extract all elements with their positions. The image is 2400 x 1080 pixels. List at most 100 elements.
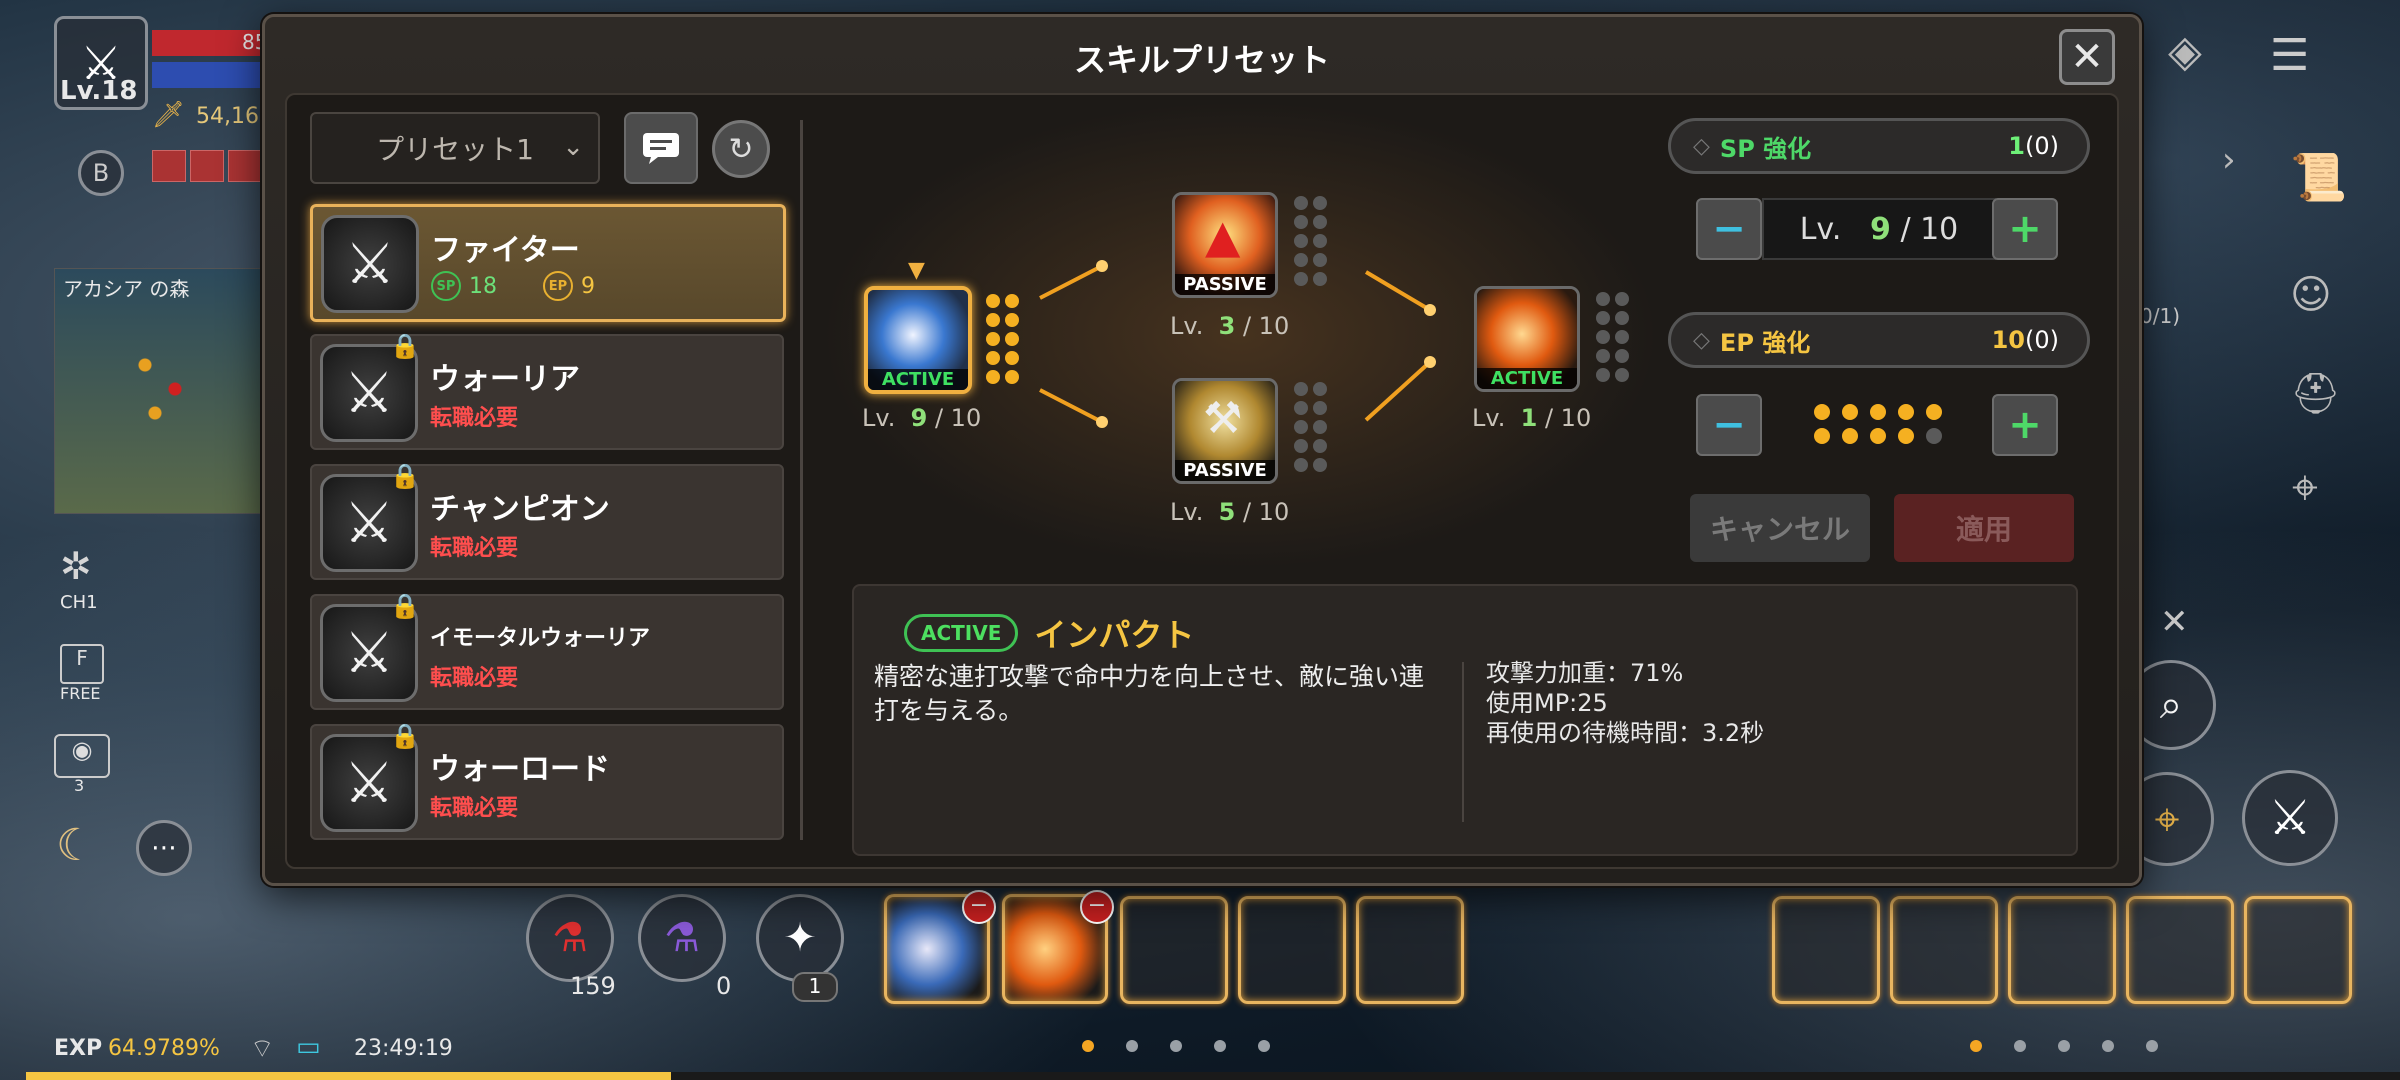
skill-pips [1294,382,1327,472]
ep-point-dot [1898,428,1914,444]
target-lock-icon[interactable]: ⌖ [2292,460,2318,516]
page-dot[interactable] [1170,1040,1182,1052]
empty-skill-slot[interactable] [1238,896,1346,1004]
lock-icon: 🔒 [390,592,420,620]
reset-button[interactable]: ↻ [712,120,770,178]
ep-point-dot [1870,428,1886,444]
sp-enhance-label: SP 強化 [1719,134,1812,163]
empty-skill-slot[interactable] [1120,896,1228,1004]
skill-pip [1596,330,1610,344]
stat-cooldown: 再使用の待機時間：3.2秒 [1486,719,1765,747]
page-dot[interactable] [2102,1040,2114,1052]
empty-skill-slot[interactable] [2008,896,2116,1004]
close-button[interactable]: ✕ [2059,29,2115,85]
remove-icon[interactable]: − [962,890,996,924]
class-item-champion[interactable]: ⚔ 🔒 チャンピオン 転職必要 [310,462,784,580]
cancel-button[interactable]: キャンセル [1690,494,1870,562]
page-dot[interactable] [2146,1040,2158,1052]
empty-skill-slot[interactable] [1772,896,1880,1004]
skill-level: Lv. 5 / 10 [1170,498,1290,526]
map-markers [115,329,215,449]
purple-potion-icon[interactable]: ⚗ [638,894,726,982]
empty-skill-slot[interactable] [2244,896,2352,1004]
skill-pips [986,294,1019,384]
red-potion-icon[interactable]: ⚗ [526,894,614,982]
skill-pip [1294,234,1308,248]
page-dot[interactable] [1258,1040,1270,1052]
skill-pip [1294,215,1308,229]
ep-point-dot [1814,404,1830,420]
expand-arrow-icon[interactable]: › [2222,140,2236,180]
class-name: ファイター [431,233,580,268]
more-menu-icon[interactable]: ⋯ [136,820,192,876]
camera-count: 3 [74,776,85,795]
attack-button[interactable]: ⚔ [2242,770,2338,866]
ep-point-dot [1842,404,1858,420]
preset-dropdown[interactable]: プリセット1 ⌄ [310,112,600,184]
skill-type-label: ACTIVE [1477,368,1577,389]
chat-icon [643,133,679,164]
empty-skill-slot[interactable] [1890,896,1998,1004]
chat-button[interactable] [624,112,698,184]
skill-pip [1294,272,1308,286]
skill-pip [1313,458,1327,472]
remove-icon[interactable]: − [1080,890,1114,924]
minimap[interactable]: アカシア の森 [54,268,266,514]
b-button[interactable]: B [78,150,124,196]
skill-page-dots[interactable] [1082,1040,1270,1052]
channel-icon[interactable]: ✲ [60,544,92,588]
page-dot[interactable] [1970,1040,1982,1052]
helmet-icon[interactable]: ⛑ [2290,370,2341,417]
red-potion-count: 159 [570,972,616,1000]
gem-icon[interactable]: ◈ [2168,26,2202,77]
skill-level: Lv. 1 / 10 [1472,404,1592,432]
skill-pip [1615,311,1629,325]
skill-node-passive-axe[interactable]: ⚒ PASSIVE [1172,378,1278,484]
class-item-warrior[interactable]: ⚔ 🔒 ウォーリア 転職必要 [310,332,784,450]
skill-pip [1005,313,1019,327]
page-dot[interactable] [1082,1040,1094,1052]
sp-minus-button[interactable]: − [1696,198,1762,260]
quest-scroll-icon[interactable]: 📜 [2290,150,2347,205]
sp-enhance-extra: (0) [2025,132,2059,160]
return-scroll-icon[interactable]: ✦ [756,894,844,982]
skill-pip [1313,215,1327,229]
skill-type-tag: ACTIVE [904,614,1019,652]
page-dot[interactable] [1214,1040,1226,1052]
class-status: 転職必要 [430,796,519,821]
skill-node-passive-hp[interactable]: ▲ PASSIVE [1172,192,1278,298]
menu-icon[interactable]: ☰ [2270,30,2309,81]
ep-enhance-value: 10 [1991,326,2025,354]
skill-page-dots-right[interactable] [1970,1040,2158,1052]
power-value: 54,16 [196,104,259,129]
class-status: 転職必要 [430,666,519,691]
apply-button[interactable]: 適用 [1894,494,2074,562]
page-dot[interactable] [2014,1040,2026,1052]
skill-pip [1005,370,1019,384]
exp-bar [26,1072,2400,1080]
close-panel-icon[interactable]: ✕ [2160,602,2189,642]
ep-enhance-extra: (0) [2025,326,2059,354]
empty-skill-slot[interactable] [1356,896,1464,1004]
skill-node-fire-axe[interactable]: ACTIVE [1474,286,1580,392]
axe-icon: ⚒ [1203,393,1243,444]
ep-minus-button[interactable]: − [1696,394,1762,456]
page-dot[interactable] [2058,1040,2070,1052]
skill-pip [1313,253,1327,267]
ep-plus-button[interactable]: + [1992,394,2058,456]
skill-pips [1596,292,1629,382]
class-item-immortal-warrior[interactable]: ⚔ 🔒 イモータルウォーリア 転職必要 [310,592,784,710]
camera-free-icon[interactable]: F [60,644,104,684]
party-icon[interactable]: ☺ [2290,272,2332,318]
class-item-fighter[interactable]: ⚔ ファイター SP 18 EP 9 [310,204,786,322]
skill-node-impact[interactable]: ACTIVE [864,286,972,394]
class-item-warlord[interactable]: ⚔ 🔒 ウォーロード 転職必要 [310,722,784,840]
empty-skill-slot[interactable] [2126,896,2234,1004]
sleep-icon[interactable]: ☾ [56,820,95,871]
sp-plus-button[interactable]: + [1992,198,2058,260]
fighter-axe-icon: ⚔ [321,215,419,313]
camera-icon[interactable]: ◉ [54,734,110,778]
reset-icon: ↻ [728,131,754,167]
skill-pip [1596,368,1610,382]
page-dot[interactable] [1126,1040,1138,1052]
